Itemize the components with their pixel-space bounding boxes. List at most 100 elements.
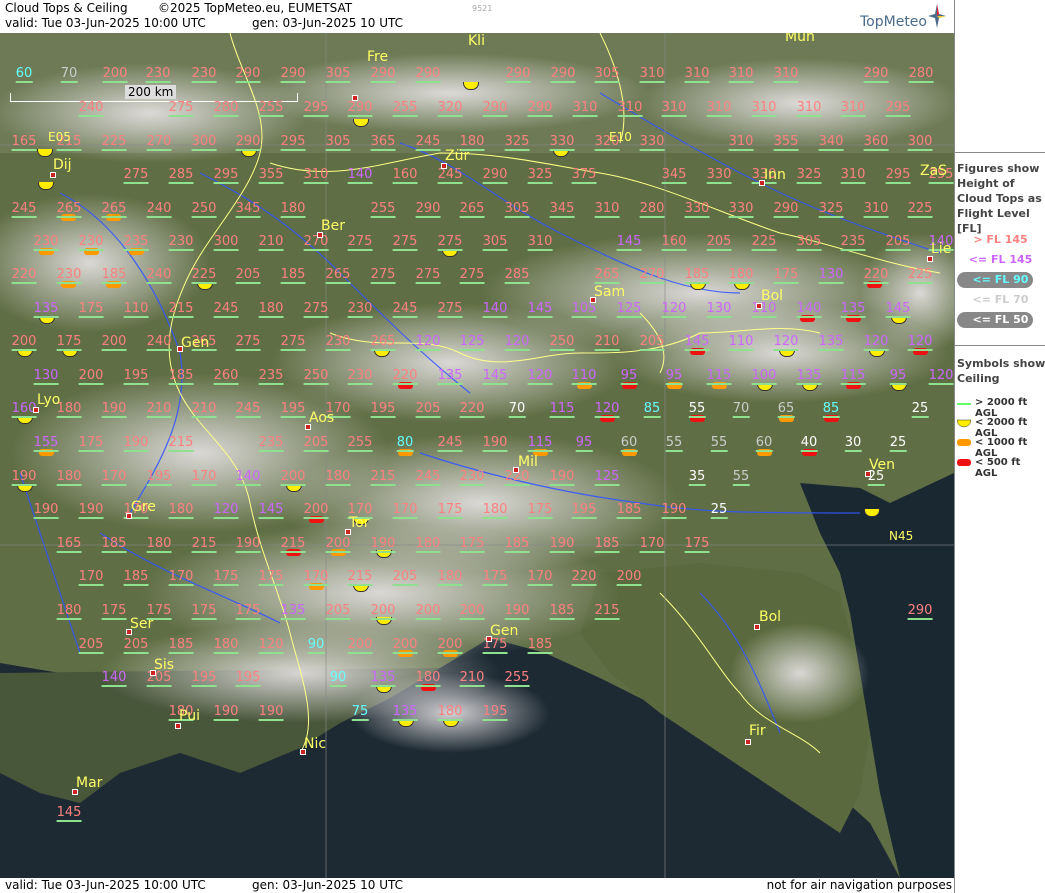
fl-legend-item: <= FL 70: [972, 293, 1029, 306]
cloud-top-label: 280: [908, 66, 934, 83]
cloud-top-label: 310: [617, 100, 643, 117]
cloud-top-label: 230: [78, 234, 104, 251]
cloud-top-label: 130: [33, 368, 59, 385]
cloud-top-label: 210: [191, 401, 217, 418]
cloud-top-label: 275: [123, 167, 149, 184]
cloud-top-label: 230: [459, 469, 485, 486]
cloud-top-label: 200: [102, 66, 128, 83]
cloud-top-label: 215: [280, 536, 306, 553]
city-label: Gen: [181, 335, 210, 351]
cloud-top-label: 305: [325, 66, 351, 83]
cloud-top-label: 175: [78, 435, 104, 452]
cloud-top-label: 310: [661, 100, 687, 117]
cloud-top-label: 190: [549, 536, 575, 553]
legend-panel: Figures show Height of Cloud Tops as Fli…: [954, 0, 1045, 893]
cloud-top-label: 145: [56, 805, 82, 822]
cloud-top-label: 185: [168, 368, 194, 385]
fl-legend-item: <= FL 145: [968, 253, 1033, 266]
cloud-top-label: 230: [33, 234, 59, 251]
cloud-top-label: 135: [392, 704, 418, 721]
cloud-top-label: 180: [146, 536, 172, 553]
cloud-top-label: 80: [396, 435, 414, 452]
cloud-top-label: 230: [325, 334, 351, 351]
image-id: 9521: [472, 4, 493, 13]
cloud-top-label: 190: [101, 401, 127, 418]
cloud-top-label: 290: [527, 100, 553, 117]
cloud-top-label: 205: [392, 569, 418, 586]
generated-time: gen: 03-Jun-2025 10 UTC: [252, 16, 404, 30]
cloud-top-label: 205: [123, 637, 149, 654]
cloud-top-label: 175: [78, 301, 104, 318]
cloud-top-label: 175: [527, 502, 553, 519]
cloud-top-label: 120: [863, 334, 889, 351]
cloud-top-label: 245: [213, 301, 239, 318]
satellite-map[interactable]: 200 km 60 70 200 230 230 290 290 305 290 290 290 29…: [0, 33, 954, 878]
cloud-top-label: 235: [258, 368, 284, 385]
cloud-top-label: 205: [78, 637, 104, 654]
cloud-top-label: 190: [235, 536, 261, 553]
cloud-top-label: 275: [347, 234, 373, 251]
cloud-top-label: 185: [280, 267, 306, 284]
cloud-top-label: 295: [213, 167, 239, 184]
cloud-top-label: 210: [459, 670, 485, 687]
cloud-top-label: 330: [728, 201, 754, 218]
cloud-top-legend-title: Figures show Height of Cloud Tops as Fli…: [957, 162, 1042, 235]
cloud-top-label: 290: [415, 201, 441, 218]
cloud-top-label: 175: [258, 569, 284, 586]
city-marker: [745, 739, 751, 745]
cloud-top-label: 325: [527, 167, 553, 184]
cloud-top-label: 180: [56, 469, 82, 486]
cloud-top-label: 255: [347, 435, 373, 452]
cloud-top-label: 195: [123, 368, 149, 385]
cloud-top-label: 230: [347, 368, 373, 385]
cloud-top-label: 215: [347, 569, 373, 586]
cloud-top-label: 300: [213, 234, 239, 251]
cloud-top-label: 65: [777, 401, 795, 418]
cloud-top-label: 290: [415, 66, 441, 83]
cloud-top-label: 120: [504, 334, 530, 351]
cloud-top-label: 290: [235, 66, 261, 83]
city-label: Bol: [759, 609, 782, 625]
city-label: E05: [48, 130, 71, 144]
cloud-top-label: 205: [639, 334, 665, 351]
city-marker: [352, 95, 358, 101]
city-label: ZaS: [920, 163, 948, 179]
city-label: Mil: [518, 454, 538, 470]
cloud-top-label: 130: [818, 267, 844, 284]
cloud-top-legend: Figures show Height of Cloud Tops as Fli…: [955, 152, 1045, 343]
cloud-top-label: 190: [504, 603, 530, 620]
cloud-top-label: 145: [258, 502, 284, 519]
cloud-top-label: 190: [213, 704, 239, 721]
cloud-top-label: 265: [594, 267, 620, 284]
cloud-top-label: 270: [146, 134, 172, 151]
cloud-top-label: 250: [549, 334, 575, 351]
cloud-top-label: 135: [370, 670, 396, 687]
city-label: Inn: [764, 167, 786, 183]
cloud-top-label: 180: [325, 469, 351, 486]
cloud-top-label: 185: [123, 569, 149, 586]
footer-generated-time: gen: 03-Jun-2025 10 UTC: [252, 878, 404, 892]
cloud-top-label: 355: [258, 167, 284, 184]
cloud-top-label: 140: [101, 670, 127, 687]
cloud-top-label: 115: [706, 368, 732, 385]
city-label: Ser: [130, 616, 154, 632]
cloud-top-label: 360: [863, 134, 889, 151]
header-bar: Cloud Tops & Ceiling ©2025 TopMeteo.eu, …: [0, 0, 954, 33]
cloud-top-label: 130: [706, 301, 732, 318]
cloud-top-label: 170: [101, 469, 127, 486]
city-label: Mun: [785, 33, 815, 45]
cloud-top-label: 205: [235, 267, 261, 284]
cloud-top-label: 120: [415, 334, 441, 351]
cloud-top-label: 95: [575, 435, 593, 452]
cloud-top-label: 200: [392, 637, 418, 654]
green-line-icon: [957, 403, 971, 405]
cloud-top-label: 185: [594, 536, 620, 553]
cloud-top-label: 275: [303, 301, 329, 318]
city-label: Fir: [749, 723, 766, 739]
cloud-top-label: 310: [840, 100, 866, 117]
cloud-top-label: 115: [527, 435, 553, 452]
cloud-top-label: 145: [527, 301, 553, 318]
city-label: Kli: [468, 33, 485, 49]
cloud-top-label: 145: [616, 234, 642, 251]
cloud-top-label: 285: [168, 167, 194, 184]
